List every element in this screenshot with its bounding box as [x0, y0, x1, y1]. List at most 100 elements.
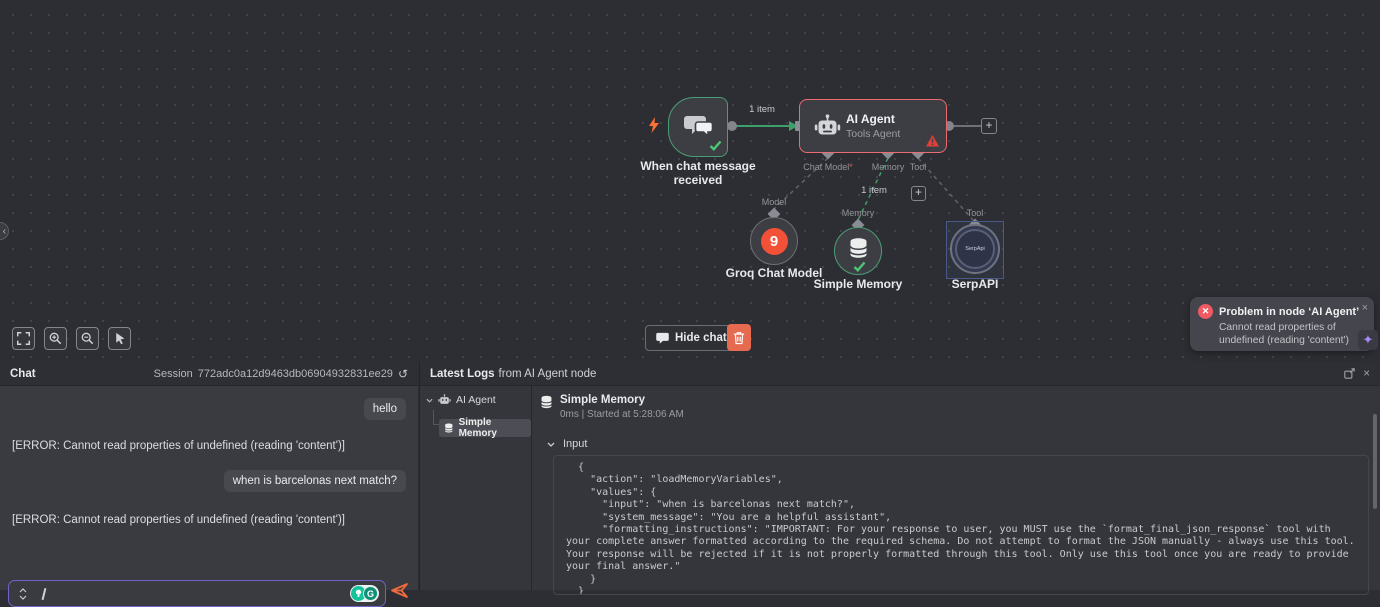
- chat-bot-text: [ERROR: Cannot read properties of undefi…: [12, 514, 345, 526]
- logs-tree-item-ai-agent[interactable]: AI Agent: [426, 394, 496, 406]
- chat-icon: [656, 332, 669, 344]
- ai-assistant-sparkle-icon[interactable]: ✦: [1358, 330, 1378, 350]
- port-label-chat-model: Chat Model*: [803, 162, 853, 172]
- send-message-icon[interactable]: [390, 582, 409, 599]
- session-label: Session: [153, 367, 193, 380]
- grammarly-logo-icon[interactable]: G: [363, 586, 378, 601]
- logs-scrollbar[interactable]: [1373, 414, 1377, 509]
- subport-label-tool: Tool: [966, 208, 984, 218]
- input-section-label: Input: [563, 438, 588, 450]
- database-icon: [541, 395, 552, 409]
- text-caret: [41, 587, 46, 600]
- log-detail: Simple Memory 0ms | Started at 5:28:06 A…: [531, 386, 1380, 595]
- grammarly-extension-widget[interactable]: G: [350, 585, 379, 602]
- logs-panel-title: Latest Logs: [430, 367, 495, 380]
- logs-tree-item-simple-memory[interactable]: Simple Memory: [439, 417, 531, 439]
- pointer-icon: [116, 332, 125, 345]
- session-id: 772adc0a12d9463db06904932831ee29: [197, 367, 393, 380]
- add-node-button[interactable]: +: [981, 118, 997, 134]
- chat-panel: Chat Session 772adc0a12d9463db0690493283…: [0, 362, 418, 607]
- chevron-up-icon[interactable]: [19, 587, 27, 593]
- serpapi-logo-icon: SerpApi: [955, 229, 995, 269]
- chat-message-user: hello: [12, 398, 406, 420]
- log-detail-title: Simple Memory: [560, 394, 645, 406]
- chat-panel-title: Chat: [10, 367, 36, 380]
- logs-panel: Latest Logs from AI Agent node × AI Agen…: [419, 362, 1380, 595]
- zoom-out-button[interactable]: [76, 327, 99, 350]
- bulb-icon: [355, 589, 362, 597]
- chat-message-user: when is barcelonas next match?: [12, 470, 406, 492]
- groq-node-label: Groq Chat Model: [725, 266, 823, 280]
- pop-out-icon[interactable]: [1344, 368, 1356, 379]
- logs-panel-header: Latest Logs from AI Agent node ×: [420, 362, 1380, 386]
- agent-input-port: [795, 121, 800, 131]
- chat-message-bot: [ERROR: Cannot read properties of undefi…: [12, 510, 408, 528]
- node-simple-memory[interactable]: [834, 227, 882, 275]
- node-when-chat-message-received[interactable]: [668, 97, 728, 157]
- input-json-box[interactable]: { "action": "loadMemoryVariables", "valu…: [553, 455, 1369, 595]
- logs-tree: AI Agent Simple Memory: [420, 386, 531, 590]
- hide-chat-label: Hide chat: [675, 332, 727, 344]
- subport-label-memory: Memory: [841, 208, 875, 218]
- canvas-toolbar: [12, 327, 131, 350]
- error-toast[interactable]: ✕ Problem in node ‘AI Agent’ × Cannot re…: [1190, 297, 1374, 351]
- groq-logo-icon: 9: [760, 227, 788, 255]
- chat-bubbles-icon: [684, 116, 714, 138]
- zoom-in-button[interactable]: [44, 327, 67, 350]
- chat-messages[interactable]: hello [ERROR: Cannot read properties of …: [0, 386, 418, 607]
- toast-close-icon[interactable]: ×: [1362, 302, 1368, 314]
- toast-title: Problem in node ‘AI Agent’: [1219, 305, 1360, 318]
- logs-panel-subtitle: from AI Agent node: [498, 367, 597, 380]
- database-icon: [849, 238, 868, 258]
- chat-input[interactable]: G: [8, 580, 386, 607]
- fit-view-button[interactable]: [12, 327, 35, 350]
- chevron-down-icon: [547, 442, 555, 447]
- chat-bubble: when is barcelonas next match?: [223, 470, 406, 492]
- input-json-content: { "action": "loadMemoryVariables", "valu…: [566, 462, 1355, 595]
- edge-items-label-memory: 1 item: [861, 185, 887, 196]
- toast-body: Cannot read properties of undefined (rea…: [1219, 322, 1349, 346]
- chat-panel-header: Chat Session 772adc0a12d9463db0690493283…: [0, 362, 418, 386]
- chat-message-bot: [ERROR: Cannot read properties of undefi…: [12, 436, 408, 454]
- input-section-header[interactable]: Input: [547, 438, 587, 450]
- add-tool-button[interactable]: +: [911, 186, 926, 201]
- success-check-icon: [853, 261, 866, 272]
- tree-label: AI Agent: [456, 394, 496, 406]
- chat-bot-text: [ERROR: Cannot read properties of undefi…: [12, 440, 345, 452]
- chevron-down-icon[interactable]: [19, 595, 27, 600]
- zoom-out-icon: [81, 332, 94, 345]
- chevron-down-icon: [426, 398, 433, 403]
- subport-label-model: Model: [761, 197, 787, 207]
- memory-node-label: Simple Memory: [813, 277, 903, 291]
- agent-node-title: AI Agent: [846, 112, 895, 126]
- workflow-canvas[interactable]: 1 item 1 item When chat message received…: [0, 0, 1380, 362]
- chat-bubble: hello: [363, 398, 406, 420]
- refresh-session-icon[interactable]: ↺: [398, 367, 408, 381]
- node-serpapi[interactable]: SerpApi: [950, 224, 1000, 274]
- log-detail-meta: 0ms | Started at 5:28:06 AM: [560, 409, 684, 420]
- robot-icon: [438, 394, 451, 404]
- trigger-node-label: When chat message received: [640, 159, 756, 187]
- history-chevrons[interactable]: [19, 587, 27, 600]
- hide-chat-button[interactable]: Hide chat: [645, 325, 738, 351]
- edge-items-label: 1 item: [749, 104, 775, 115]
- delete-executions-button[interactable]: [727, 324, 751, 351]
- robot-icon: [814, 114, 841, 135]
- trash-icon: [733, 331, 745, 344]
- zoom-in-icon: [49, 332, 62, 345]
- serpapi-node-label: SerpAPI: [951, 277, 999, 291]
- database-icon: [444, 423, 453, 433]
- logs-close-icon[interactable]: ×: [1363, 368, 1370, 380]
- agent-node-subtitle: Tools Agent: [846, 128, 901, 140]
- error-circle-icon: ✕: [1198, 304, 1213, 319]
- port-label-memory: Memory: [871, 162, 905, 172]
- trigger-bolt-icon: [649, 117, 659, 133]
- tidy-up-button[interactable]: [108, 327, 131, 350]
- node-groq-chat-model[interactable]: 9: [750, 217, 798, 265]
- port-label-tool: Tool: [909, 162, 927, 172]
- fit-view-icon: [17, 332, 30, 345]
- tree-label: Simple Memory: [458, 417, 497, 439]
- node-ai-agent[interactable]: AI Agent Tools Agent: [795, 99, 947, 153]
- warning-triangle-icon: [926, 135, 939, 147]
- success-check-icon: [709, 140, 722, 151]
